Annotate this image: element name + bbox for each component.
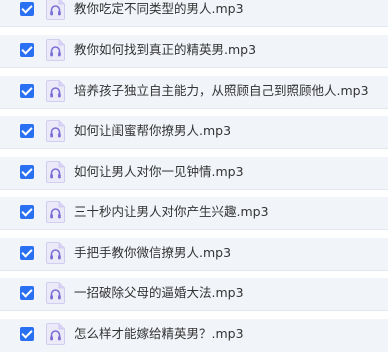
audio-file-icon xyxy=(46,201,65,223)
file-name[interactable]: 如何让男人对你一见钟情.mp3 xyxy=(74,164,244,180)
audio-file-icon xyxy=(46,120,65,142)
file-row[interactable]: 如何让男人对你一见钟情.mp3 xyxy=(0,157,388,190)
file-list: 教你吃定不同类型的男人.mp3 教你如何找到真正的精英男.mp3 培养孩子独立自… xyxy=(0,0,388,354)
audio-file-icon xyxy=(46,161,65,183)
file-row[interactable]: 教你吃定不同类型的男人.mp3 xyxy=(0,0,388,27)
file-row[interactable]: 怎么样才能嫁给精英男？.mp3 xyxy=(0,319,388,352)
file-row[interactable]: 手把手教你微信撩男人.mp3 xyxy=(0,238,388,271)
file-name[interactable]: 如何让闺蜜帮你撩男人.mp3 xyxy=(74,123,231,139)
file-name[interactable]: 教你吃定不同类型的男人.mp3 xyxy=(74,1,244,17)
checkbox-checked[interactable] xyxy=(20,2,34,16)
file-row[interactable]: 培养孩子独立自主能力，从照顾自己到照顾他人.mp3 xyxy=(0,76,388,109)
audio-file-icon xyxy=(46,0,65,20)
file-name[interactable]: 一招破除父母的逼婚大法.mp3 xyxy=(74,285,244,301)
file-row[interactable]: 一招破除父母的逼婚大法.mp3 xyxy=(0,278,388,311)
checkbox-checked[interactable] xyxy=(20,286,34,300)
audio-file-icon xyxy=(46,323,65,345)
checkbox-checked[interactable] xyxy=(20,43,34,57)
checkbox-checked[interactable] xyxy=(20,246,34,260)
file-row[interactable]: 如何让闺蜜帮你撩男人.mp3 xyxy=(0,116,388,149)
checkbox-checked[interactable] xyxy=(20,124,34,138)
checkbox-checked[interactable] xyxy=(20,327,34,341)
file-name[interactable]: 培养孩子独立自主能力，从照顾自己到照顾他人.mp3 xyxy=(74,83,369,99)
file-name[interactable]: 三十秒内让男人对你产生兴趣.mp3 xyxy=(74,204,269,220)
audio-file-icon xyxy=(46,282,65,304)
audio-file-icon xyxy=(46,39,65,61)
file-name[interactable]: 手把手教你微信撩男人.mp3 xyxy=(74,245,231,261)
file-row[interactable]: 三十秒内让男人对你产生兴趣.mp3 xyxy=(0,197,388,230)
checkbox-checked[interactable] xyxy=(20,84,34,98)
checkbox-checked[interactable] xyxy=(20,165,34,179)
audio-file-icon xyxy=(46,80,65,102)
file-name[interactable]: 怎么样才能嫁给精英男？.mp3 xyxy=(74,326,244,342)
file-name[interactable]: 教你如何找到真正的精英男.mp3 xyxy=(74,42,256,58)
checkbox-checked[interactable] xyxy=(20,205,34,219)
file-row[interactable]: 教你如何找到真正的精英男.mp3 xyxy=(0,35,388,68)
audio-file-icon xyxy=(46,242,65,264)
